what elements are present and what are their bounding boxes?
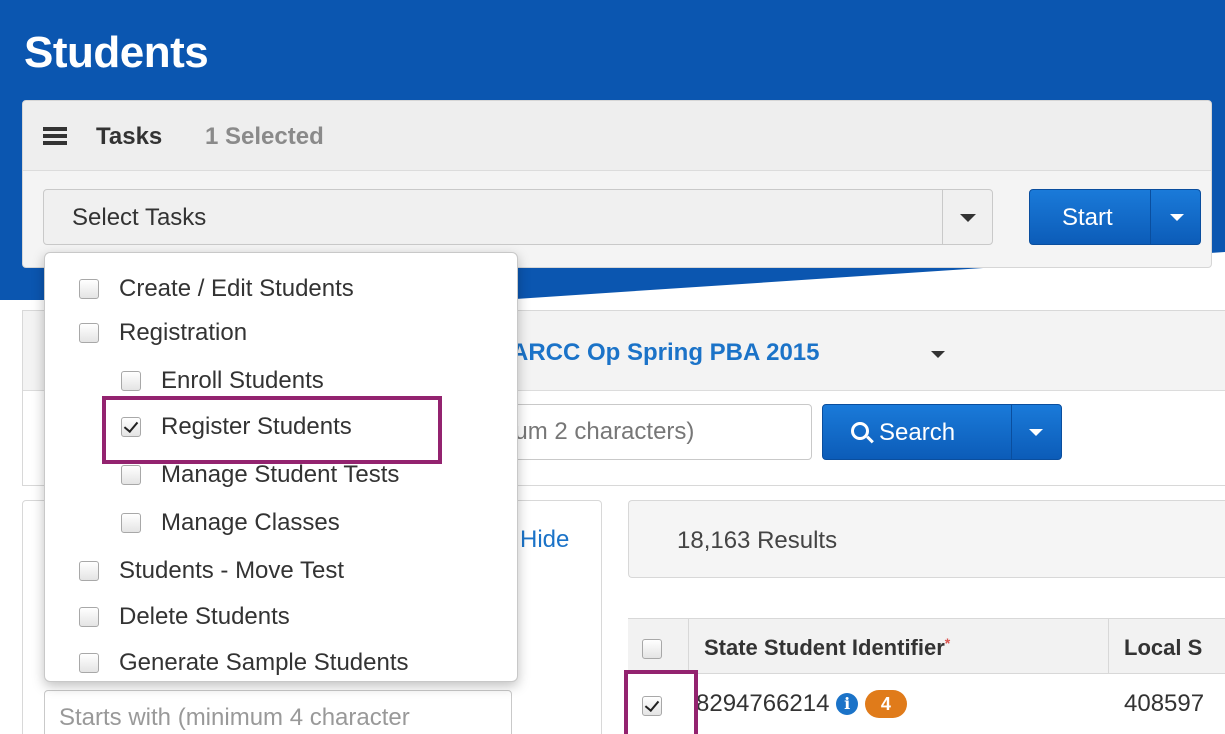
menu-checkbox[interactable] [79, 279, 99, 299]
menu-checkbox[interactable] [79, 607, 99, 627]
tasks-panel: Tasks 1 Selected Select Tasks Start [22, 100, 1212, 268]
select-all-checkbox[interactable] [642, 639, 662, 659]
tasks-dropdown-menu: Create / Edit Students Registration Enro… [44, 252, 518, 682]
table-row: 8294766214 i 4 408597 [628, 674, 1225, 734]
menu-checkbox[interactable] [121, 513, 141, 533]
start-button-label: Start [1062, 204, 1113, 231]
required-mark: * [944, 635, 951, 651]
search-field[interactable] [501, 415, 801, 449]
caret-down-icon [960, 214, 976, 222]
select-tasks-dropdown[interactable]: Select Tasks [43, 189, 993, 245]
row-local-id: 408597 [1124, 690, 1205, 717]
search-button-divider [1011, 405, 1012, 459]
highlight-box-row-checkbox [624, 670, 698, 734]
column-divider [1108, 619, 1109, 675]
results-bar: 18,163 Results [628, 500, 1225, 578]
row-state-id: 8294766214 i 4 [696, 690, 907, 718]
menu-checkbox[interactable] [79, 653, 99, 673]
results-count: 18,163 Results [677, 527, 838, 554]
test-selector-caret-icon[interactable] [931, 351, 945, 358]
start-button[interactable]: Start [1029, 189, 1201, 245]
start-button-divider [1150, 190, 1151, 244]
select-tasks-placeholder: Select Tasks [72, 204, 207, 231]
search-icon [851, 422, 869, 440]
tasks-selected-count: 1 Selected [205, 123, 324, 150]
column-header-local-id[interactable]: Local S [1124, 635, 1202, 661]
menu-checkbox[interactable] [79, 323, 99, 343]
menu-checkbox[interactable] [79, 561, 99, 581]
tasks-label: Tasks [96, 123, 163, 150]
test-count-badge[interactable]: 4 [864, 690, 907, 718]
select-tasks-toggle[interactable] [942, 190, 992, 244]
highlight-box-register-students [102, 396, 442, 464]
column-header-state-id[interactable]: State Student Identifier* [704, 635, 950, 661]
test-selector-name[interactable]: ARCC Op Spring PBA 2015 [511, 339, 820, 367]
menu-checkbox[interactable] [121, 371, 141, 391]
search-input[interactable] [490, 404, 812, 460]
hide-filters-link[interactable]: Hide [520, 526, 569, 554]
results-table-header: State Student Identifier* Local S [628, 618, 1225, 675]
filter-field[interactable] [59, 701, 499, 734]
start-options-caret-icon[interactable] [1170, 214, 1184, 221]
tasks-list-icon [43, 127, 67, 145]
column-divider [688, 619, 689, 675]
menu-checkbox[interactable] [121, 465, 141, 485]
search-button-label: Search [879, 419, 956, 446]
search-button[interactable]: Search [822, 404, 1062, 460]
tasks-panel-header: Tasks 1 Selected [23, 101, 1211, 171]
page-title: Students [24, 28, 209, 77]
filter-input[interactable] [44, 690, 512, 734]
search-options-caret-icon[interactable] [1029, 429, 1043, 436]
info-icon[interactable]: i [836, 693, 859, 715]
